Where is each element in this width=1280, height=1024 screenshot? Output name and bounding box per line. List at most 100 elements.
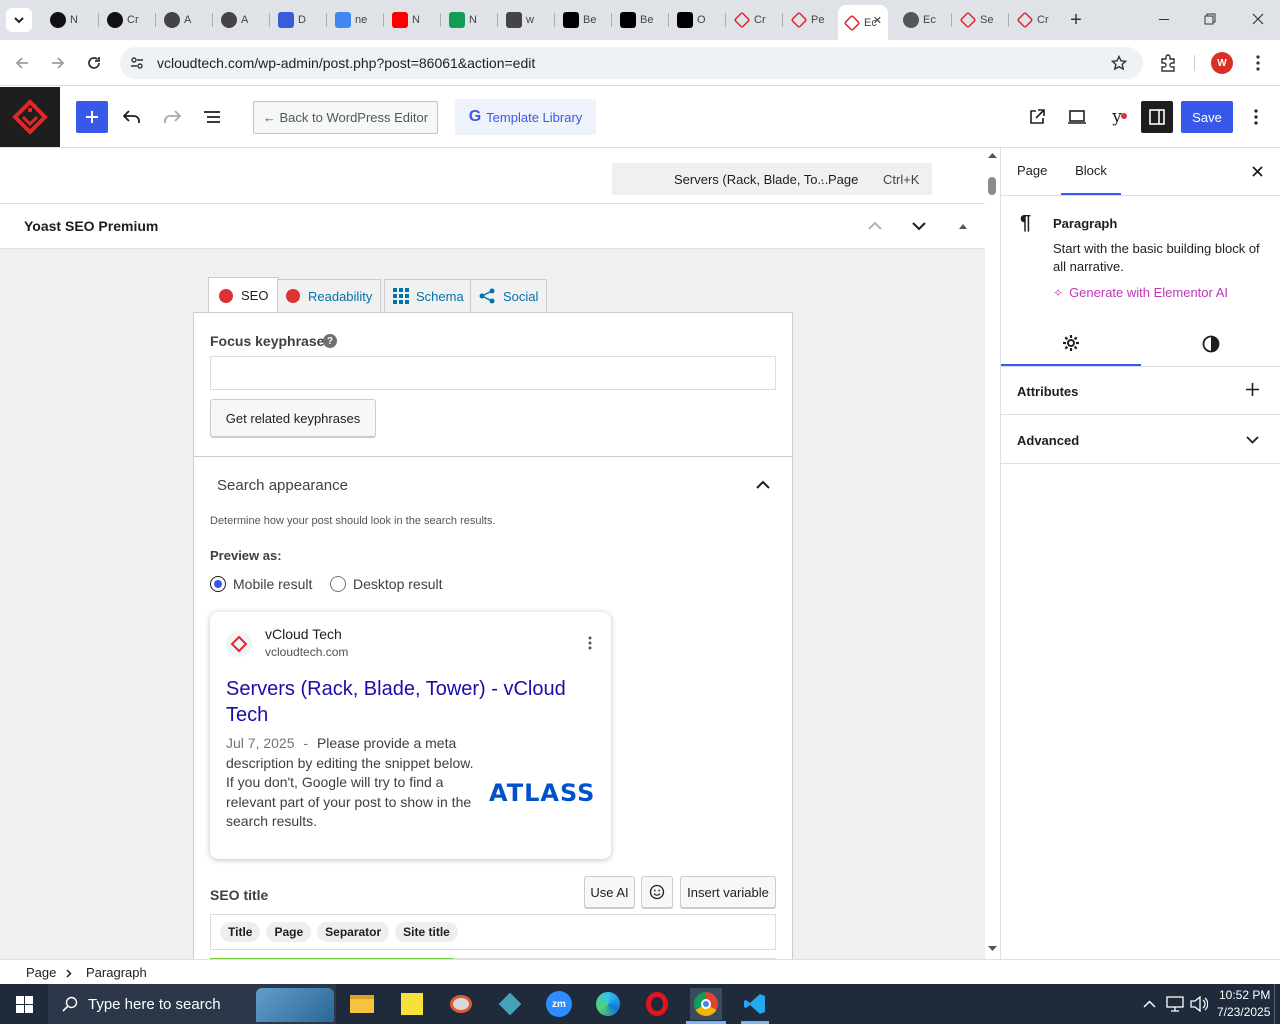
forward-button[interactable] <box>46 51 70 75</box>
browser-menu-button[interactable] <box>1248 51 1268 75</box>
reload-button[interactable] <box>82 51 106 75</box>
browser-tab[interactable]: A <box>215 8 267 32</box>
mobile-result-radio[interactable]: Mobile result <box>210 576 312 592</box>
options-button[interactable] <box>1244 101 1268 133</box>
zoom-app-icon[interactable]: zm <box>543 988 575 1020</box>
new-tab-button[interactable]: + <box>1064 8 1088 32</box>
seo-title-pill[interactable]: Page <box>266 922 312 942</box>
chrome-browser-icon[interactable] <box>690 988 722 1020</box>
opera-browser-icon[interactable] <box>641 988 673 1020</box>
redo-button[interactable] <box>158 101 186 133</box>
snippet-title[interactable]: Servers (Rack, Blade, Tower) - vCloud Te… <box>226 676 586 728</box>
close-window-button[interactable] <box>1240 5 1276 33</box>
yoast-button[interactable]: y <box>1102 101 1132 133</box>
browser-tab[interactable]: Ec <box>897 8 949 32</box>
extensions-button[interactable] <box>1156 51 1180 75</box>
taskbar-date[interactable]: 7/23/2025 <box>1217 1005 1270 1019</box>
settings-panel-toggle[interactable] <box>1141 101 1173 133</box>
mobile-snippet-preview[interactable]: vCloud Tech vcloudtech.com Servers (Rack… <box>210 612 611 859</box>
generate-with-elementor-ai-link[interactable]: ✧ Generate with Elementor AI <box>1053 285 1228 300</box>
yoast-tab-schema[interactable]: Schema <box>384 279 473 312</box>
collapse-triangle-icon[interactable] <box>958 222 968 230</box>
document-overview-button[interactable] <box>198 101 226 133</box>
undo-button[interactable] <box>118 101 146 133</box>
view-page-button[interactable] <box>1024 101 1050 133</box>
yoast-metabox-header[interactable]: Yoast SEO Premium <box>0 204 985 249</box>
browser-tab[interactable]: N <box>44 8 96 32</box>
block-styles-tab[interactable] <box>1141 322 1280 366</box>
move-up-icon[interactable] <box>867 220 883 232</box>
browser-tab[interactable]: Cr <box>1011 8 1063 32</box>
tab-search-button[interactable] <box>6 8 32 32</box>
seo-title-field[interactable]: Title Page Separator Site title <box>210 914 776 950</box>
show-hidden-icons-chevron-icon[interactable] <box>1143 999 1156 1008</box>
file-explorer-icon[interactable] <box>346 988 378 1020</box>
show-desktop-button[interactable] <box>1274 984 1280 1024</box>
browser-tab[interactable]: N <box>443 8 495 32</box>
sidebar-tab-page[interactable]: Page <box>1017 163 1047 178</box>
browser-tab[interactable]: Ec ✕ <box>838 5 888 40</box>
edge-browser-icon[interactable] <box>592 988 624 1020</box>
use-ai-button[interactable]: Use AI <box>584 876 635 908</box>
profile-avatar[interactable]: W <box>1211 52 1233 74</box>
emoji-button[interactable] <box>641 876 673 908</box>
vscode-icon[interactable] <box>739 988 771 1020</box>
browser-tab[interactable]: Se <box>954 8 1006 32</box>
yoast-tab-social[interactable]: Social <box>470 279 548 312</box>
url-bar[interactable]: vcloudtech.com/wp-admin/post.php?post=86… <box>120 47 1143 79</box>
get-related-keyphrases-button[interactable]: Get related keyphrases <box>210 399 376 437</box>
browser-tab[interactable]: A <box>158 8 210 32</box>
seo-title-pill[interactable]: Separator <box>317 922 390 942</box>
close-icon[interactable] <box>1252 166 1263 177</box>
preview-device-button[interactable] <box>1064 101 1090 133</box>
snippet-more-icon[interactable] <box>588 636 592 650</box>
scroll-down-arrow-icon[interactable] <box>988 946 997 952</box>
browser-tab[interactable]: Cr <box>728 8 780 32</box>
browser-tab[interactable]: Be <box>614 8 666 32</box>
taskbar-time[interactable]: 10:52 PM <box>1219 988 1270 1002</box>
paint-app-icon[interactable] <box>445 988 477 1020</box>
minimize-button[interactable] <box>1146 5 1182 33</box>
browser-tab[interactable]: Be <box>557 8 609 32</box>
app-diamond-icon[interactable] <box>494 988 526 1020</box>
back-button[interactable] <box>10 51 34 75</box>
focus-keyphrase-input[interactable] <box>210 356 776 390</box>
browser-tab[interactable]: w <box>500 8 552 32</box>
scrollbar-thumb[interactable] <box>988 177 996 195</box>
scroll-up-arrow-icon[interactable] <box>988 152 997 158</box>
save-button[interactable]: Save <box>1181 101 1233 133</box>
seo-title-pill[interactable]: Site title <box>395 922 458 942</box>
sticky-notes-icon[interactable] <box>396 988 428 1020</box>
volume-icon[interactable] <box>1190 996 1208 1012</box>
restore-button[interactable] <box>1192 5 1228 33</box>
browser-tab[interactable]: D <box>272 8 324 32</box>
template-library-button[interactable]: G Template Library <box>455 99 596 135</box>
sidebar-tab-block[interactable]: Block <box>1061 148 1121 195</box>
advanced-panel-toggle[interactable]: Advanced <box>1001 415 1280 464</box>
seo-title-pill[interactable]: Title <box>220 922 261 942</box>
breadcrumb-page[interactable]: Page <box>26 965 56 980</box>
insert-variable-button[interactable]: Insert variable <box>680 876 776 908</box>
network-icon[interactable] <box>1166 996 1184 1012</box>
bookmark-star-icon[interactable] <box>1111 55 1127 71</box>
attributes-panel-toggle[interactable]: Attributes <box>1001 367 1280 415</box>
browser-tab[interactable]: Pe <box>785 8 837 32</box>
yoast-tab-readability[interactable]: Readability <box>277 279 382 312</box>
block-settings-tab[interactable] <box>1001 322 1141 366</box>
back-to-wordpress-editor-button[interactable]: ← Back to WordPress Editor <box>253 101 438 134</box>
browser-tab[interactable]: N <box>386 8 438 32</box>
yoast-tab-seo[interactable]: SEO <box>208 277 280 313</box>
browser-tab[interactable]: ne <box>329 8 381 32</box>
site-settings-icon[interactable] <box>130 56 144 70</box>
move-down-icon[interactable] <box>911 220 927 232</box>
search-appearance-header[interactable]: Search appearance <box>194 457 792 513</box>
close-tab-icon[interactable]: ✕ <box>873 14 882 27</box>
browser-tab[interactable]: Cr <box>101 8 153 32</box>
command-bar[interactable]: Servers (Rack, Blade, To... · Page Ctrl+… <box>612 163 932 195</box>
browser-tab[interactable]: O <box>671 8 723 32</box>
start-button[interactable] <box>0 984 48 1024</box>
editor-scrollbar[interactable] <box>985 148 1000 959</box>
help-icon[interactable]: ? <box>323 334 337 348</box>
site-logo[interactable] <box>0 87 60 147</box>
taskbar-search-box[interactable]: Type here to search <box>48 984 336 1024</box>
